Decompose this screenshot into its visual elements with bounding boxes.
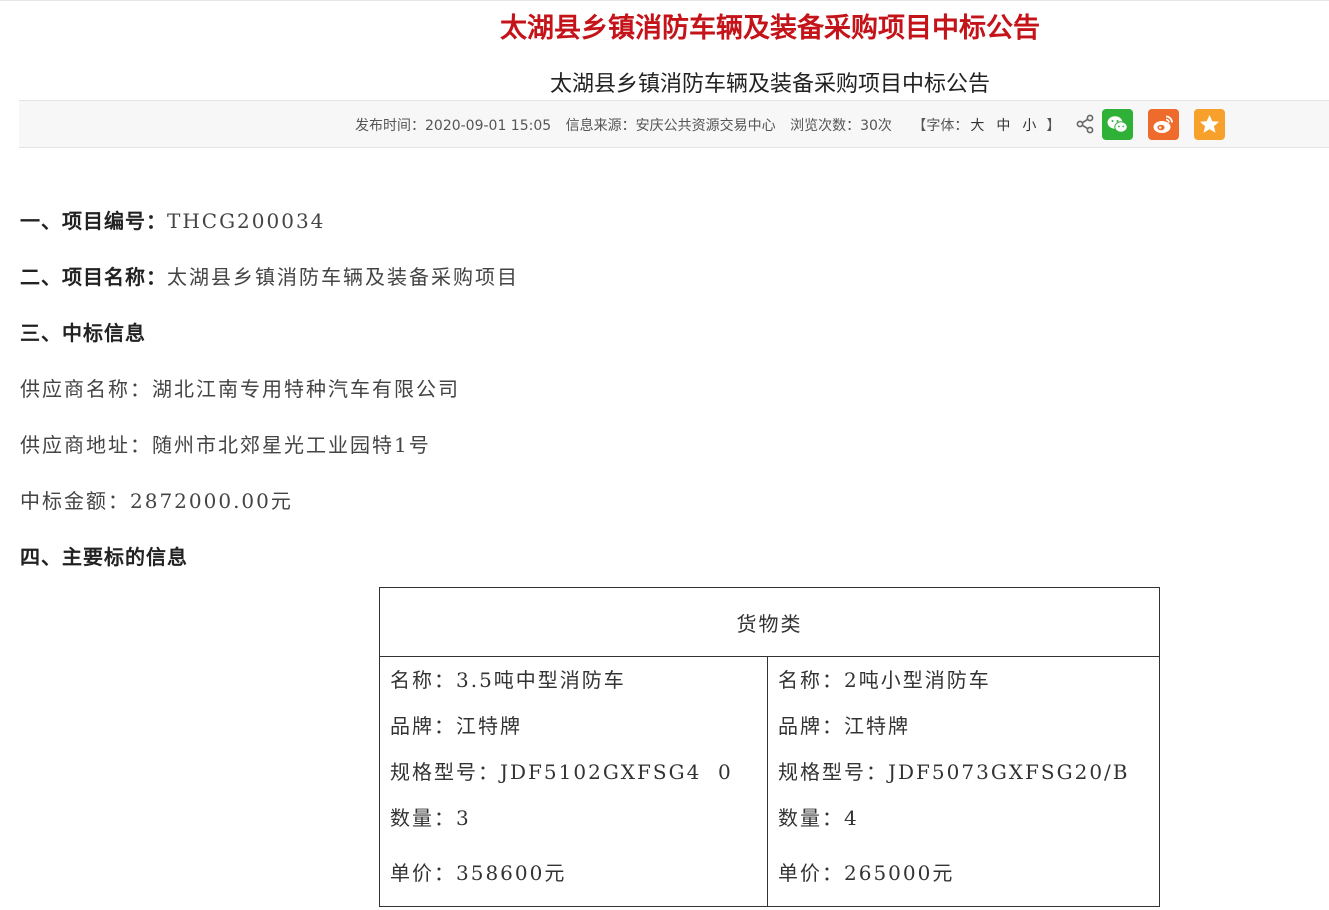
item-name: 名称：3.5吨中型消防车 bbox=[390, 668, 626, 692]
favorite-button[interactable] bbox=[1194, 109, 1225, 140]
award-info-heading: 三、中标信息 bbox=[20, 317, 146, 346]
publish-time: 发布时间：2020-09-01 15:05 bbox=[355, 118, 552, 134]
page-title: 太湖县乡镇消防车辆及装备采购项目中标公告 bbox=[500, 13, 1040, 44]
goods-table-header: 货物类 bbox=[379, 587, 1160, 657]
wechat-share-button[interactable] bbox=[1102, 109, 1133, 140]
item-model: 规格型号：JDF5102GXFSG4 0 bbox=[390, 760, 733, 784]
award-info-label: 三、中标信息 bbox=[20, 321, 146, 345]
font-size-suffix: 】 bbox=[1046, 118, 1061, 134]
weibo-icon bbox=[1153, 115, 1173, 133]
meta-info: 发布时间：2020-09-01 15:05 信息来源：安庆公共资源交易中心 浏览… bbox=[355, 115, 1070, 135]
item-model: 规格型号：JDF5073GXFSG20/B bbox=[778, 760, 1130, 784]
project-name-label: 二、项目名称： bbox=[20, 265, 167, 289]
top-divider bbox=[0, 0, 1329, 1]
weibo-share-button[interactable] bbox=[1148, 109, 1179, 140]
font-size-prefix: 【字体： bbox=[912, 118, 969, 134]
article-title: 太湖县乡镇消防车辆及装备采购项目中标公告 bbox=[549, 72, 990, 97]
font-size-small[interactable]: 小 bbox=[1022, 118, 1036, 134]
supplier-address: 供应商地址：随州市北郊星光工业园特1号 bbox=[20, 433, 431, 457]
main-items-heading: 四、主要标的信息 bbox=[20, 541, 188, 570]
item-unit-price: 单价：358600元 bbox=[390, 861, 567, 885]
project-name: 二、项目名称：太湖县乡镇消防车辆及装备采购项目 bbox=[20, 261, 519, 290]
award-amount: 中标金额：2872000.00元 bbox=[20, 489, 293, 513]
item-quantity: 数量：3 bbox=[390, 806, 471, 830]
goods-item-cell: 名称：2吨小型消防车 品牌：江特牌 规格型号：JDF5073GXFSG20/B … bbox=[767, 656, 1160, 907]
main-items-label: 四、主要标的信息 bbox=[20, 545, 188, 569]
project-number-value: THCG200034 bbox=[167, 209, 326, 233]
item-name: 名称：2吨小型消防车 bbox=[778, 668, 991, 692]
item-brand: 品牌：江特牌 bbox=[390, 714, 522, 738]
font-size-control: 【字体：大中小】 bbox=[912, 118, 1060, 134]
font-size-medium[interactable]: 中 bbox=[996, 118, 1010, 134]
supplier-name: 供应商名称：湖北江南专用特种汽车有限公司 bbox=[20, 377, 460, 401]
share-icon[interactable] bbox=[1075, 114, 1095, 134]
project-number: 一、项目编号：THCG200034 bbox=[20, 205, 325, 234]
goods-item-cell: 名称：3.5吨中型消防车 品牌：江特牌 规格型号：JDF5102GXFSG4 0… bbox=[379, 656, 768, 907]
item-unit-price: 单价：265000元 bbox=[778, 861, 955, 885]
star-icon bbox=[1200, 115, 1219, 133]
article-meta-bar: 发布时间：2020-09-01 15:05 信息来源：安庆公共资源交易中心 浏览… bbox=[19, 100, 1329, 148]
font-size-large[interactable]: 大 bbox=[970, 118, 984, 134]
wechat-icon bbox=[1107, 116, 1128, 133]
item-quantity: 数量：4 bbox=[778, 806, 859, 830]
view-count: 浏览次数：30次 bbox=[790, 118, 892, 134]
project-name-value: 太湖县乡镇消防车辆及装备采购项目 bbox=[167, 265, 519, 289]
goods-table: 货物类 名称：3.5吨中型消防车 品牌：江特牌 规格型号：JDF5102GXFS… bbox=[379, 587, 1160, 907]
info-source: 信息来源：安庆公共资源交易中心 bbox=[565, 118, 776, 134]
project-number-label: 一、项目编号： bbox=[20, 209, 167, 233]
item-brand: 品牌：江特牌 bbox=[778, 714, 910, 738]
